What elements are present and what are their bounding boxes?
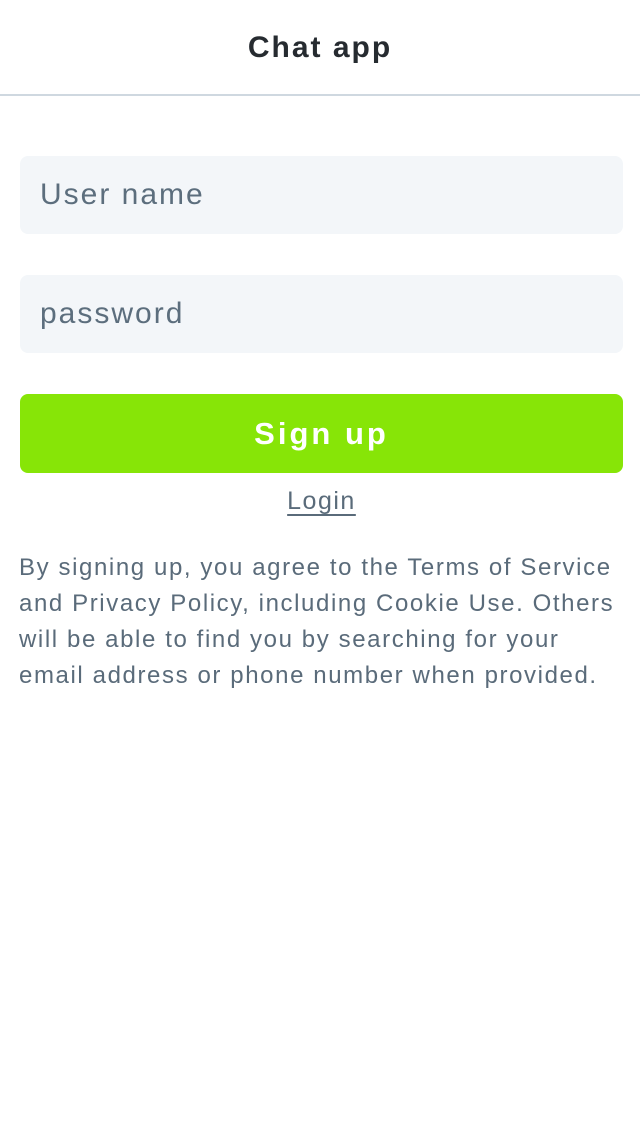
password-input[interactable] xyxy=(38,274,623,354)
signup-form: Sign up Login By signing up, you agree t… xyxy=(0,96,640,694)
login-link[interactable]: Login xyxy=(287,487,356,515)
login-link-container: Login xyxy=(20,487,623,516)
username-input[interactable] xyxy=(38,155,623,235)
password-field-container xyxy=(20,274,623,354)
username-field-container xyxy=(20,155,623,235)
signup-button[interactable]: Sign up xyxy=(20,394,623,473)
app-header: Chat app xyxy=(0,0,640,96)
page-title: Chat app xyxy=(247,31,393,64)
terms-text: By signing up, you agree to the Terms of… xyxy=(19,554,615,689)
